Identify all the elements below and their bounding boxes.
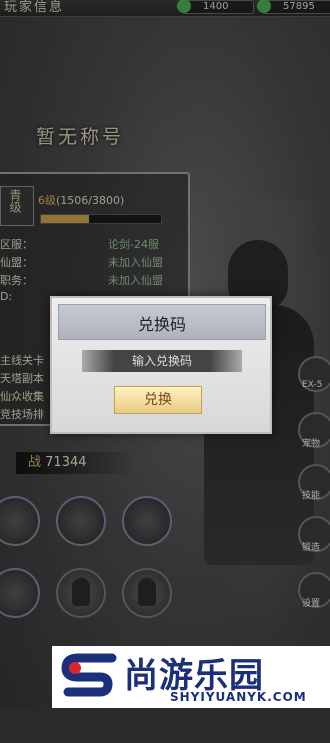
redeem-code-dialog: 兑换码 兑换 [50, 296, 272, 434]
dialog-header: 兑换码 [58, 304, 266, 340]
dialog-title: 兑换码 [137, 315, 186, 334]
brand-url: SHYIYUANYK.COM [170, 690, 307, 704]
brand-logo-icon [61, 653, 117, 697]
redeem-code-input[interactable] [82, 350, 242, 372]
redeem-button[interactable]: 兑换 [114, 386, 202, 414]
watermark-banner: 尚游乐园 SHYIYUANYK.COM [52, 646, 330, 708]
bottom-strip [0, 708, 330, 743]
